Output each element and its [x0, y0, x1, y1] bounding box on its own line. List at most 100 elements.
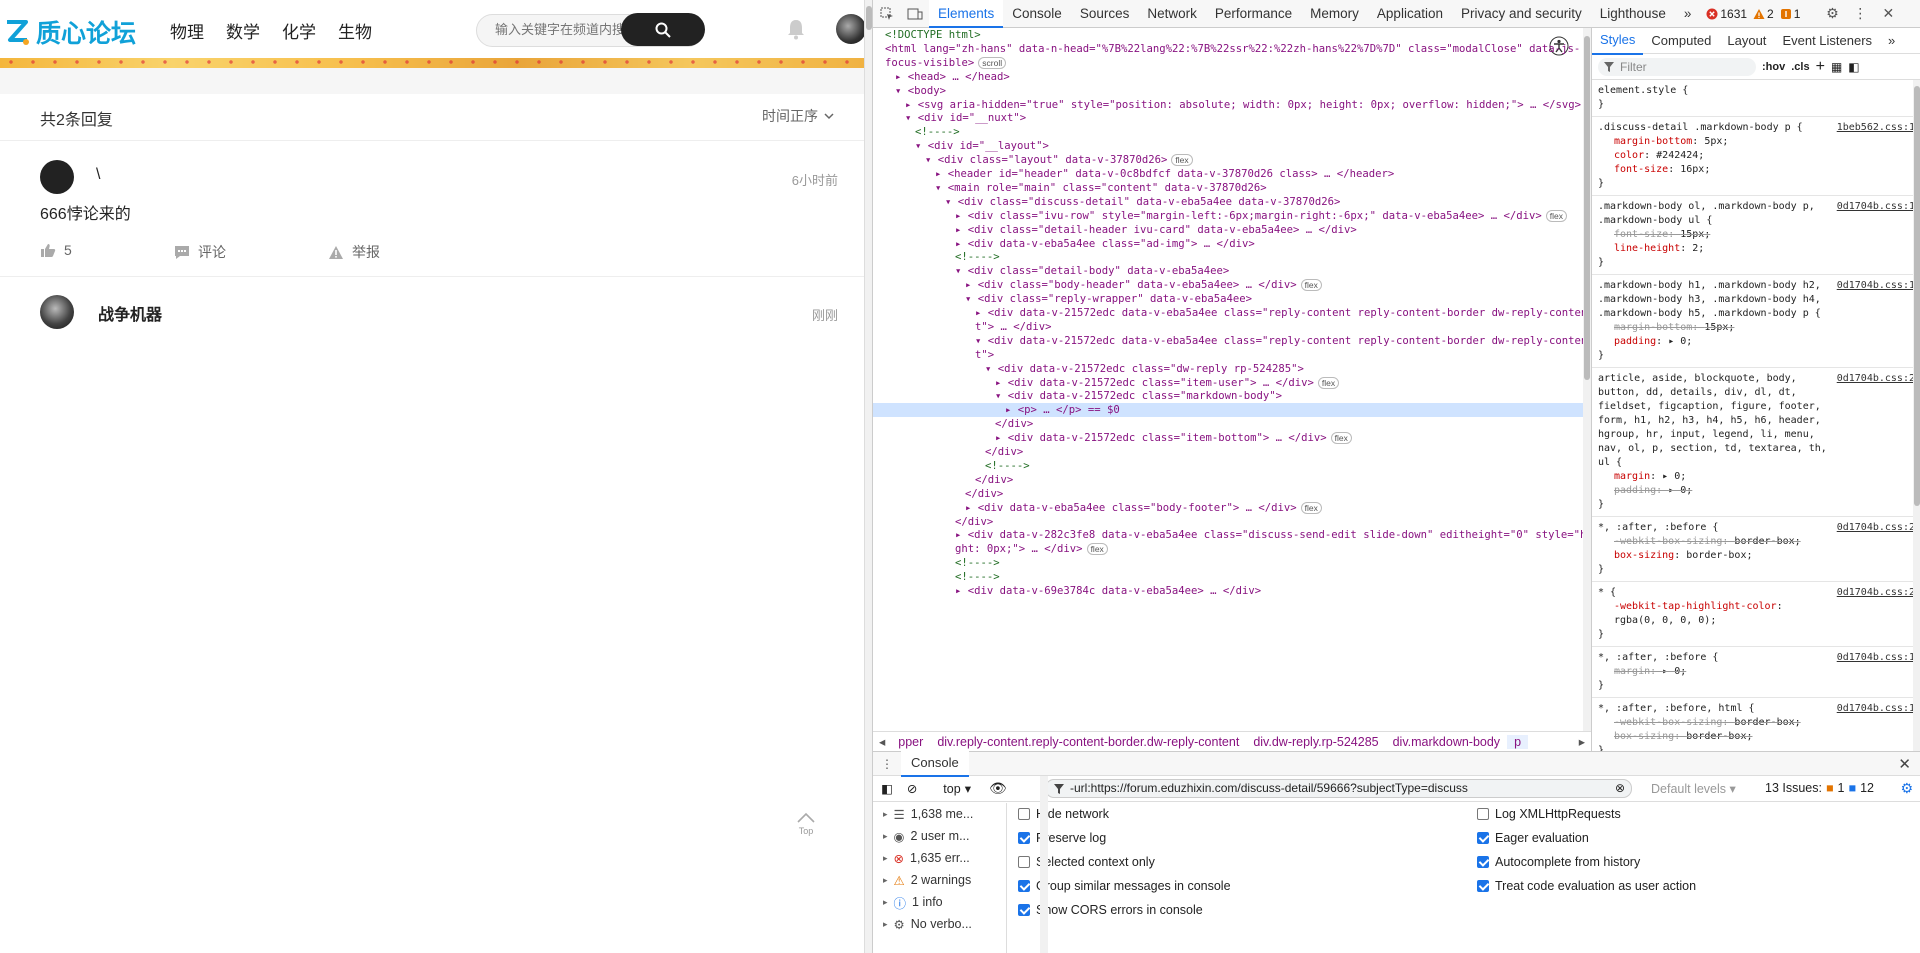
tab-application[interactable]: Application [1368, 0, 1452, 28]
more-tabs-button[interactable]: » [1880, 28, 1903, 54]
dom-node-selected[interactable]: ▸ <p> … </p> == $0 [873, 403, 1583, 418]
style-property[interactable]: padding: ▸ 0; [1598, 484, 1915, 498]
elements-scrollbar[interactable] [1583, 28, 1591, 731]
dom-node[interactable]: ▾ <div data-v-21572edc data-v-eba5a4ee c… [873, 334, 1583, 348]
dom-node[interactable]: <!----> [873, 556, 1583, 570]
console-sidebar-item[interactable]: ▸ ⚠ 2 warnings [873, 869, 1006, 891]
site-logo[interactable]: 质心论坛 [4, 14, 136, 50]
tab-computed[interactable]: Computed [1643, 28, 1719, 54]
eye-icon[interactable]: 👁 [989, 780, 1007, 797]
console-setting-eager-evaluation[interactable]: Eager evaluation [1477, 831, 1589, 845]
style-property[interactable]: -webkit-box-sizing: border-box; [1598, 716, 1915, 730]
gear-icon[interactable]: ⚙ [1900, 780, 1913, 797]
tab-console-drawer[interactable]: Console [901, 750, 969, 777]
paint-icon[interactable]: ▦ [1831, 60, 1842, 74]
dom-node[interactable]: ▸ <div data-v-282c3fe8 data-v-eba5a4ee c… [873, 528, 1583, 542]
checkbox[interactable] [1477, 880, 1489, 892]
dom-node[interactable]: </div> [873, 515, 1583, 529]
log-levels-dropdown[interactable]: Default levels ▾ [1651, 781, 1736, 796]
crumb-left-arrow[interactable]: ◂ [873, 734, 891, 749]
dom-node[interactable]: <!----> [873, 250, 1583, 264]
breadcrumb-item[interactable]: div.dw-reply.rp-524285 [1246, 735, 1385, 749]
clear-console-icon[interactable]: ⊘ [901, 781, 923, 796]
rule-source-link[interactable]: 0d1704b.css:1 [1837, 279, 1915, 293]
console-setting-preserve-log[interactable]: Preserve log [1018, 831, 1106, 845]
style-property[interactable]: margin-bottom: 5px; [1598, 135, 1915, 149]
checkbox[interactable] [1018, 832, 1030, 844]
page-scrollbar[interactable] [864, 0, 872, 953]
dom-node[interactable]: ▸ <head> … </head> [873, 70, 1583, 84]
rule-source-link[interactable]: 0d1704b.css:1 [1837, 200, 1915, 214]
crumb-right-arrow[interactable]: ▸ [1573, 734, 1591, 749]
dom-node[interactable]: t"> … </div> [873, 320, 1583, 334]
style-property[interactable]: box-sizing: border-box; [1598, 549, 1915, 563]
expand-arrow-icon[interactable]: ▸ [883, 831, 888, 842]
nav-item-chemistry[interactable]: 化学 [282, 18, 316, 43]
style-property[interactable]: box-sizing: border-box; [1598, 730, 1915, 744]
sidebar-toggle-icon[interactable]: ◧ [1848, 60, 1859, 74]
style-rule[interactable]: .markdown-body h1, .markdown-body h2, .m… [1592, 275, 1920, 368]
dom-node[interactable]: <!----> [873, 459, 1583, 473]
breadcrumb-item[interactable]: div.markdown-body [1386, 735, 1507, 749]
dom-node[interactable]: <html lang="zh-hans" data-n-head="%7B%22… [873, 42, 1583, 56]
breadcrumb-item-current[interactable]: p [1507, 734, 1529, 749]
expand-arrow-icon[interactable]: ▸ [883, 897, 888, 908]
nav-item-physics[interactable]: 物理 [170, 18, 204, 43]
dom-node[interactable]: <!----> [873, 125, 1583, 139]
dom-node[interactable]: ▸ <div data-v-eba5a4ee class="body-foote… [873, 501, 1583, 515]
reply-1-username[interactable]: \ [96, 166, 100, 184]
dom-node[interactable]: ▾ <div data-v-21572edc class="markdown-b… [873, 389, 1583, 403]
dom-node[interactable]: t"> [873, 348, 1583, 362]
dom-node[interactable]: ▾ <div class="discuss-detail" data-v-eba… [873, 195, 1583, 209]
comment-button[interactable]: 评论 [174, 242, 226, 262]
breadcrumb-item[interactable]: pper [891, 735, 930, 749]
console-setting-selected-context-only[interactable]: Selected context only [1018, 855, 1155, 869]
more-tabs-button[interactable]: » [1675, 0, 1701, 28]
style-property[interactable]: color: #242424; [1598, 149, 1915, 163]
expand-arrow-icon[interactable]: ▸ [883, 919, 888, 930]
style-property[interactable]: -webkit-box-sizing: border-box; [1598, 535, 1915, 549]
like-button[interactable]: 5 [40, 242, 72, 258]
rule-source-link[interactable]: 1beb562.css:1 [1837, 121, 1915, 135]
user-avatar[interactable] [836, 14, 864, 44]
style-rule[interactable]: .discuss-detail .markdown-body p {1beb56… [1592, 117, 1920, 196]
clear-filter-icon[interactable]: ⊗ [1615, 780, 1625, 797]
tab-sources[interactable]: Sources [1071, 0, 1139, 28]
style-rule[interactable]: *, :after, :before, html {0d1704b.css:1-… [1592, 698, 1920, 751]
console-sidebar-item[interactable]: ▸ ⓘ 1 info [873, 891, 1006, 913]
rule-source-link[interactable]: 0d1704b.css:2 [1837, 521, 1915, 535]
dom-node[interactable]: <!----> [873, 570, 1583, 584]
checkbox[interactable] [1018, 856, 1030, 868]
breadcrumb-item[interactable]: div.reply-content.reply-content-border.d… [930, 735, 1246, 749]
dom-node[interactable]: ▾ <div data-v-21572edc class="dw-reply r… [873, 362, 1583, 376]
bell-icon[interactable] [786, 18, 806, 40]
sort-dropdown[interactable]: 时间正序 [762, 106, 834, 126]
style-rule[interactable]: * {0d1704b.css:2 -webkit-tap-highlight-co… [1592, 582, 1920, 647]
style-property[interactable]: margin: ▸ 0; [1598, 665, 1915, 679]
dom-node[interactable]: ▾ <div id="__nuxt"> [873, 111, 1583, 125]
dom-node[interactable]: ▸ <div data-v-21572edc data-v-eba5a4ee c… [873, 306, 1583, 320]
device-toolbar-icon[interactable] [901, 0, 929, 28]
back-to-top-button[interactable]: Top [792, 812, 820, 840]
dom-node[interactable]: </div> [873, 417, 1583, 431]
cls-toggle[interactable]: .cls [1791, 61, 1809, 73]
dom-node[interactable]: ▸ <div data-v-21572edc class="item-user"… [873, 376, 1583, 390]
dom-node[interactable]: ▸ <div data-v-69e3784c data-v-eba5a4ee> … [873, 584, 1583, 598]
styles-scrollbar[interactable] [1913, 80, 1920, 751]
dom-node[interactable]: </div> [873, 487, 1583, 501]
tab-layout[interactable]: Layout [1719, 28, 1774, 54]
style-property[interactable]: padding: ▸ 0; [1598, 335, 1915, 349]
console-setting-autocomplete-from-history[interactable]: Autocomplete from history [1477, 855, 1640, 869]
expand-arrow-icon[interactable]: ▸ [883, 853, 888, 864]
report-button[interactable]: 举报 [328, 242, 380, 262]
dom-node[interactable]: focus-visible> scroll [873, 56, 1583, 70]
warning-count-badge[interactable]: 2 [1753, 7, 1774, 21]
style-rule[interactable]: article, aside, blockquote, body, button… [1592, 368, 1920, 517]
tab-console[interactable]: Console [1003, 0, 1071, 28]
dom-node[interactable]: ▸ <div class="ivu-row" style="margin-lef… [873, 209, 1583, 223]
layout-badge[interactable]: flex [1300, 279, 1322, 292]
tab-memory[interactable]: Memory [1301, 0, 1368, 28]
dom-node[interactable]: ▸ <svg aria-hidden="true" style="positio… [873, 98, 1583, 112]
nav-item-biology[interactable]: 生物 [338, 18, 372, 43]
tab-event-listeners[interactable]: Event Listeners [1774, 28, 1880, 54]
